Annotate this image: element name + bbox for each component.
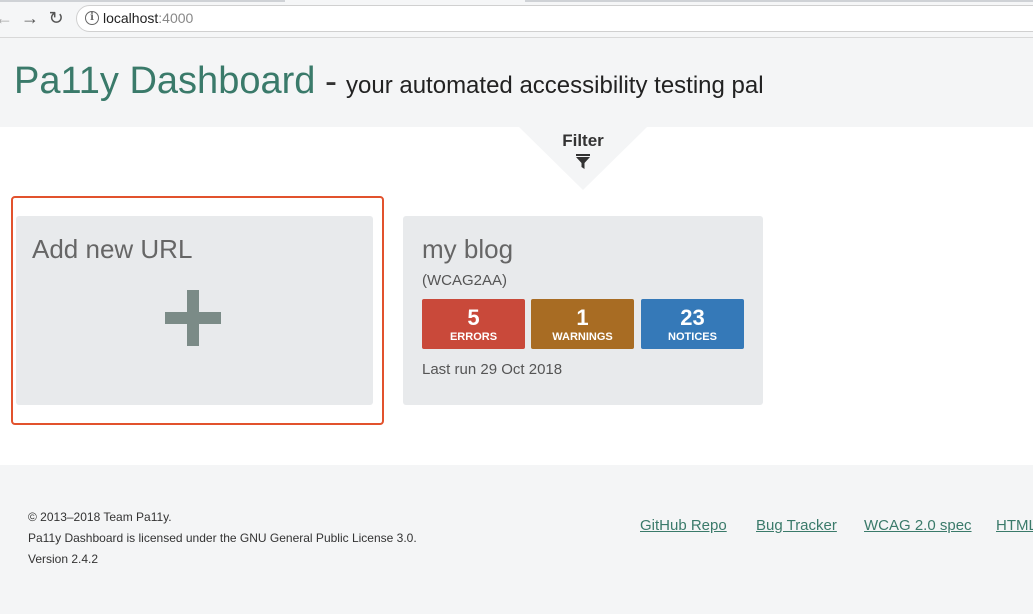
add-url-heading: Add new URL — [32, 234, 193, 264]
footer-version: Version 2.4.2 — [28, 552, 99, 566]
warnings-count: 1 — [576, 305, 589, 330]
errors-badge[interactable]: 5 ERRORS — [422, 299, 525, 349]
page-footer: © 2013–2018 Team Pa11y. Pa11y Dashboard … — [0, 465, 1033, 614]
notices-label: NOTICES — [668, 331, 717, 343]
footer-link-github-repo[interactable]: GitHub Repo — [640, 517, 727, 534]
footer-link-wcag-spec[interactable]: WCAG 2.0 spec — [864, 517, 972, 534]
address-url: localhost:4000 — [103, 10, 193, 26]
back-arrow-icon[interactable]: ← — [0, 8, 14, 28]
title-separator: - — [325, 60, 337, 101]
last-run-date: Last run 29 Oct 2018 — [422, 361, 563, 378]
browser-toolbar: ← → ↻ i localhost:4000 — [0, 0, 1033, 38]
errors-label: ERRORS — [449, 331, 498, 343]
tab-strip-segment — [525, 0, 1033, 2]
filter-funnel-icon — [576, 154, 590, 169]
site-tagline: your automated accessibility testing pal — [346, 72, 764, 99]
notices-count: 23 — [680, 305, 705, 330]
notices-badge[interactable]: 23 NOTICES — [641, 299, 744, 349]
footer-license: Pa11y Dashboard is licensed under the GN… — [28, 531, 417, 545]
site-name[interactable]: my blog — [422, 234, 513, 265]
warnings-badge[interactable]: 1 WARNINGS — [531, 299, 634, 349]
tab-strip-segment — [0, 0, 285, 2]
footer-link-bug-tracker[interactable]: Bug Tracker — [756, 517, 837, 534]
tab-strip — [0, 0, 1033, 3]
info-icon[interactable]: i — [85, 11, 99, 25]
footer-copyright: © 2013–2018 Team Pa11y. — [28, 510, 172, 524]
warnings-label: WARNINGS — [552, 331, 613, 343]
plus-icon — [165, 290, 221, 346]
forward-arrow-icon[interactable]: → — [20, 8, 40, 28]
add-url-card[interactable]: Add new URL — [16, 216, 373, 405]
filter-label: Filter — [562, 131, 604, 150]
page-header: Pa11y Dashboard - your automated accessi… — [0, 38, 1033, 127]
filter-toggle[interactable]: Filter — [519, 127, 647, 191]
footer-link-html[interactable]: HTML — [996, 517, 1033, 534]
reload-icon[interactable]: ↻ — [46, 8, 66, 28]
errors-count: 5 — [467, 305, 480, 330]
site-standard: (WCAG2AA) — [422, 272, 508, 289]
url-host: localhost — [103, 10, 159, 26]
site-card[interactable]: my blog (WCAG2AA) 5 ERRORS 1 WARNINGS 23… — [403, 216, 763, 405]
site-title[interactable]: Pa11y Dashboard — [14, 60, 315, 103]
url-port: :4000 — [158, 10, 194, 26]
address-bar[interactable]: i localhost:4000 — [76, 5, 1033, 32]
